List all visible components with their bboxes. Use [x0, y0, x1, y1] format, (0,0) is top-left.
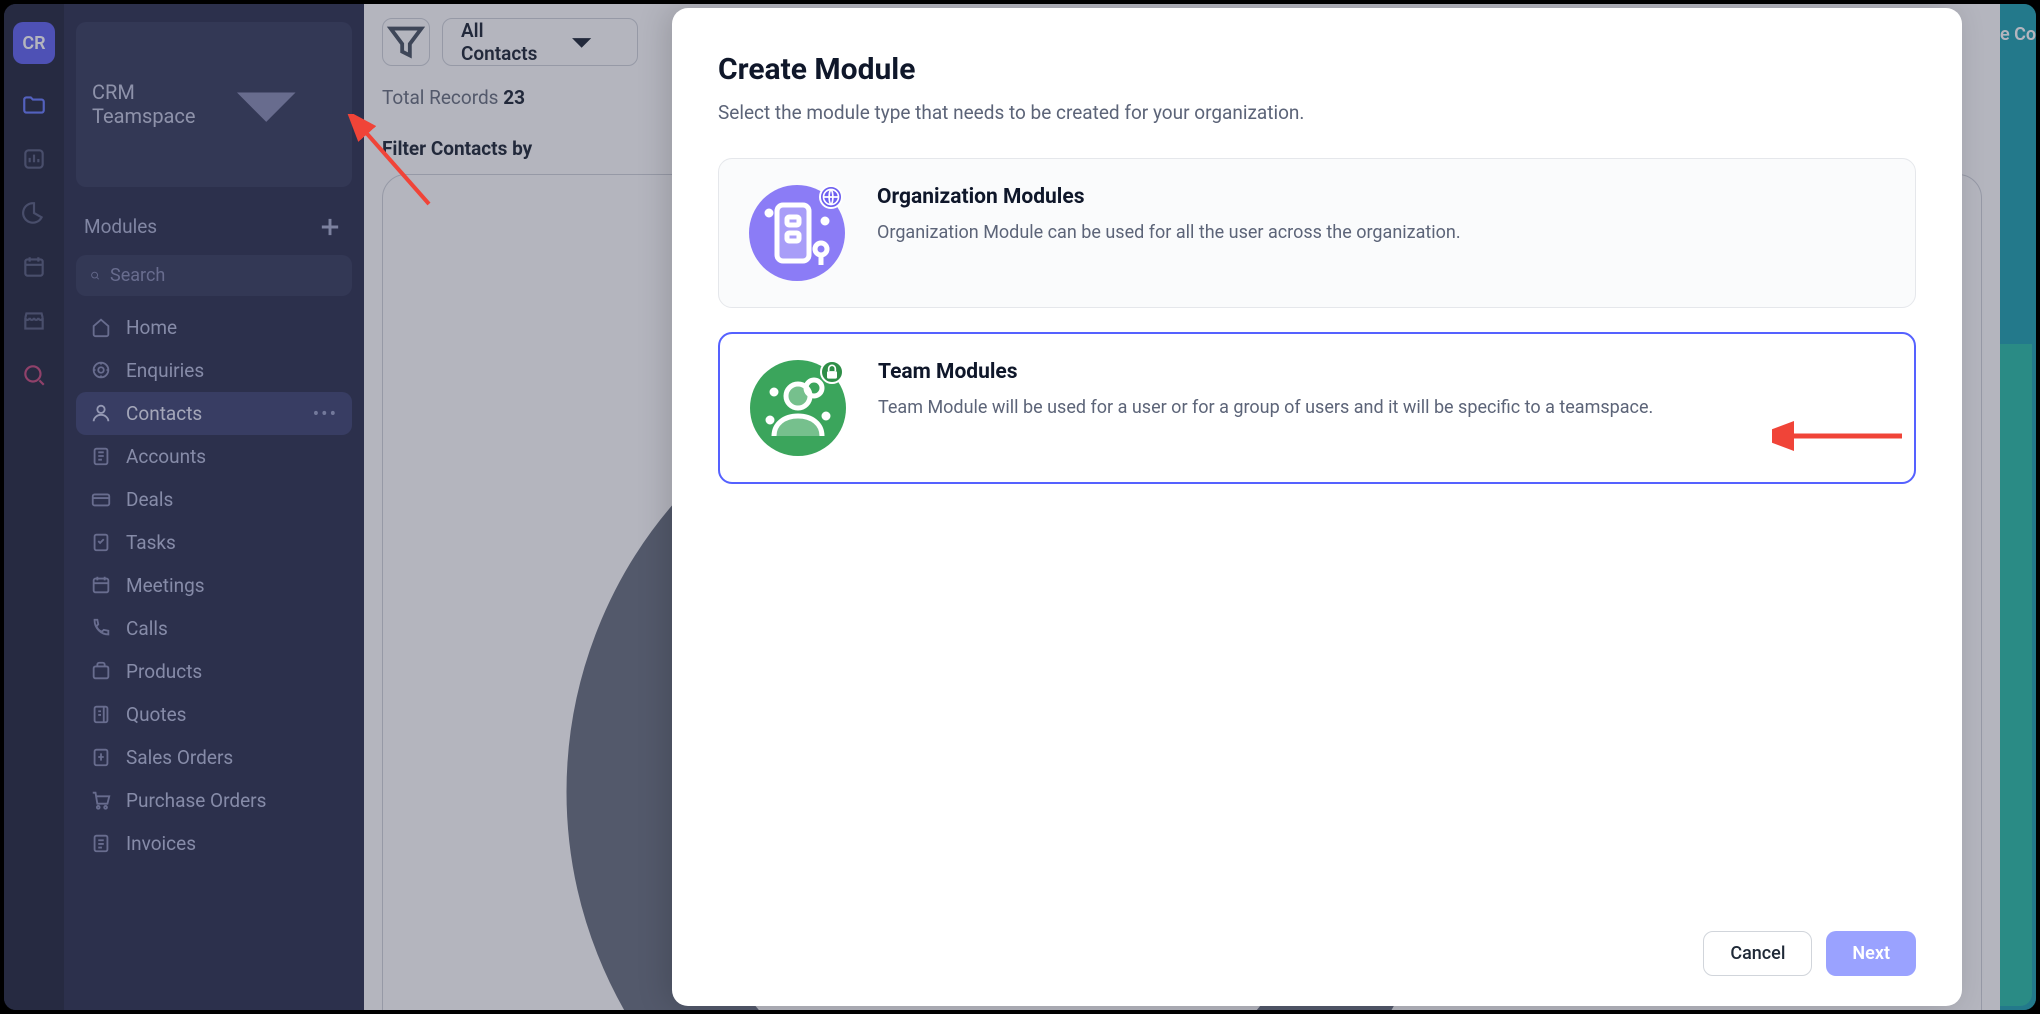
- option-title: Organization Modules: [877, 185, 1461, 209]
- option-title: Team Modules: [878, 360, 1653, 384]
- organization-icon: [749, 185, 845, 281]
- option-organization-modules[interactable]: Organization Modules Organization Module…: [718, 158, 1916, 308]
- create-module-modal: Create Module Select the module type tha…: [672, 8, 1962, 1006]
- next-button[interactable]: Next: [1826, 931, 1916, 976]
- modal-title: Create Module: [718, 52, 1916, 87]
- option-desc: Team Module will be used for a user or f…: [878, 394, 1653, 423]
- option-desc: Organization Module can be used for all …: [877, 219, 1461, 248]
- globe-badge-icon: [819, 185, 843, 209]
- cancel-button[interactable]: Cancel: [1703, 931, 1812, 976]
- option-team-modules[interactable]: Team Modules Team Module will be used fo…: [718, 332, 1916, 484]
- team-icon: [750, 360, 846, 456]
- modal-subtitle: Select the module type that needs to be …: [718, 101, 1916, 124]
- lock-badge-icon: [820, 360, 844, 384]
